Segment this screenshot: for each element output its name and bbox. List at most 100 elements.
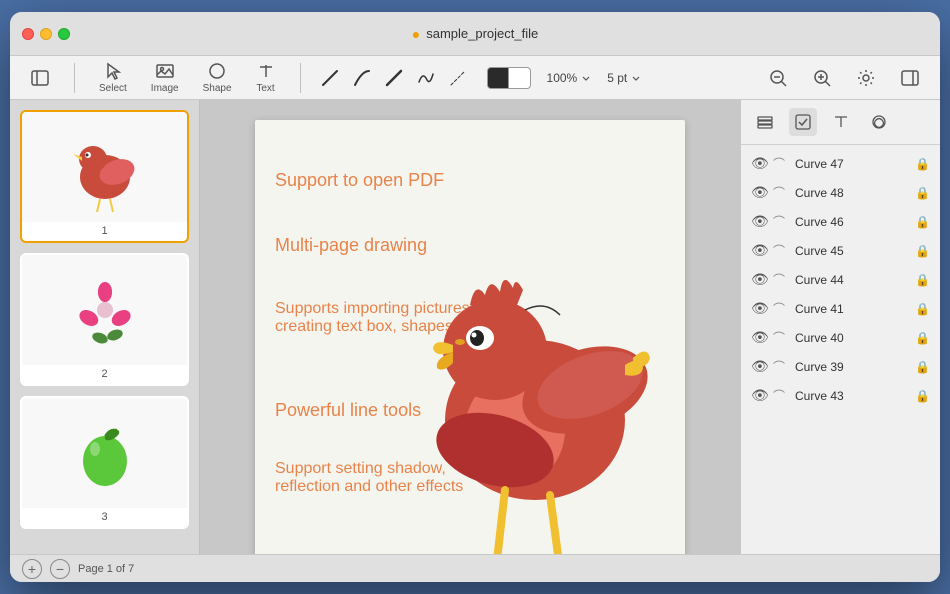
layer-item-43[interactable]: 👁 ⌒ Curve 43 🔒 bbox=[741, 381, 940, 410]
page-2-label: 2 bbox=[101, 365, 107, 384]
pen-tool-4[interactable] bbox=[413, 65, 439, 91]
text-label: Text bbox=[256, 83, 274, 94]
lock-icon-45: 🔒 bbox=[915, 244, 930, 258]
pages-sidebar: 1 bbox=[10, 100, 200, 554]
visibility-icon-40: 👁 bbox=[751, 329, 767, 346]
thumb-img-2 bbox=[22, 255, 187, 365]
lock-icon-44: 🔒 bbox=[915, 273, 930, 287]
sidebar-toggle-button[interactable] bbox=[22, 64, 58, 92]
panel-tab-style[interactable] bbox=[865, 108, 893, 136]
zoom-controls: 100% bbox=[547, 71, 592, 85]
layer-item-46[interactable]: 👁 ⌒ Curve 46 🔒 bbox=[741, 207, 940, 236]
traffic-lights bbox=[22, 28, 70, 40]
panel-tab-active[interactable] bbox=[789, 108, 817, 136]
layer-item-45[interactable]: 👁 ⌒ Curve 45 🔒 bbox=[741, 236, 940, 265]
panel-tab-text[interactable] bbox=[827, 108, 855, 136]
stroke-control: 5 pt bbox=[607, 71, 641, 85]
text-tool-button[interactable]: Text bbox=[248, 57, 284, 98]
thumb-img-3 bbox=[22, 398, 187, 508]
titlebar-center: ● sample_project_file bbox=[412, 26, 538, 42]
minimize-button[interactable] bbox=[40, 28, 52, 40]
bird-illustration bbox=[385, 220, 685, 554]
pen-tools bbox=[317, 65, 471, 91]
layer-name-40: Curve 40 bbox=[795, 331, 909, 345]
visibility-icon-47: 👁 bbox=[751, 155, 767, 172]
lock-icon-40: 🔒 bbox=[915, 331, 930, 345]
page-thumb-1[interactable]: 1 bbox=[20, 110, 189, 243]
curve-icon-45: ⌒ bbox=[773, 242, 789, 259]
select-tool-button[interactable]: Select bbox=[91, 57, 135, 98]
zoom-in-button[interactable] bbox=[804, 64, 840, 92]
zoom-value: 100% bbox=[547, 71, 578, 85]
visibility-icon-48: 👁 bbox=[751, 184, 767, 201]
pen-tool-5[interactable] bbox=[445, 65, 471, 91]
visibility-icon-41: 👁 bbox=[751, 300, 767, 317]
page-1-label: 1 bbox=[101, 222, 107, 241]
background-color[interactable] bbox=[509, 67, 531, 89]
lock-icon-41: 🔒 bbox=[915, 302, 930, 316]
divider-1 bbox=[74, 63, 75, 93]
page-thumb-2[interactable]: 2 bbox=[20, 253, 189, 386]
canvas-text-1: Support to open PDF bbox=[275, 170, 444, 191]
maximize-button[interactable] bbox=[58, 28, 70, 40]
shape-tool-button[interactable]: Shape bbox=[195, 57, 240, 98]
layer-item-39[interactable]: 👁 ⌒ Curve 39 🔒 bbox=[741, 352, 940, 381]
bottom-bar: + − Page 1 of 7 bbox=[10, 554, 940, 582]
lock-icon-47: 🔒 bbox=[915, 157, 930, 171]
visibility-icon-45: 👁 bbox=[751, 242, 767, 259]
layer-item-47[interactable]: 👁 ⌒ Curve 47 🔒 bbox=[741, 149, 940, 178]
toolbar: Select Image Shape bbox=[10, 56, 940, 100]
curve-icon-40: ⌒ bbox=[773, 329, 789, 346]
zoom-out-button[interactable] bbox=[760, 64, 796, 92]
layer-name-47: Curve 47 bbox=[795, 157, 909, 171]
foreground-color[interactable] bbox=[487, 67, 509, 89]
page-thumb-3[interactable]: 3 bbox=[20, 396, 189, 529]
remove-page-button[interactable]: − bbox=[50, 559, 70, 579]
panel-toggle-button[interactable] bbox=[892, 64, 928, 92]
layer-name-44: Curve 44 bbox=[795, 273, 909, 287]
panel-tabs bbox=[741, 100, 940, 145]
right-panel: 👁 ⌒ Curve 47 🔒 👁 ⌒ Curve 48 🔒 👁 ⌒ Curve … bbox=[740, 100, 940, 554]
layer-name-45: Curve 45 bbox=[795, 244, 909, 258]
app-window: ● sample_project_file Select bbox=[10, 12, 940, 582]
right-tools bbox=[760, 64, 928, 92]
add-page-button[interactable]: + bbox=[22, 559, 42, 579]
visibility-icon-43: 👁 bbox=[751, 387, 767, 404]
layer-name-46: Curve 46 bbox=[795, 215, 909, 229]
titlebar: ● sample_project_file bbox=[10, 12, 940, 56]
panel-tab-layers[interactable] bbox=[751, 108, 779, 136]
layer-item-44[interactable]: 👁 ⌒ Curve 44 🔒 bbox=[741, 265, 940, 294]
curve-icon-46: ⌒ bbox=[773, 213, 789, 230]
canvas-area: Support to open PDF Multi-page drawing S… bbox=[200, 100, 740, 554]
visibility-icon-39: 👁 bbox=[751, 358, 767, 375]
pen-tool-3[interactable] bbox=[381, 65, 407, 91]
layer-name-39: Curve 39 bbox=[795, 360, 909, 374]
shape-label: Shape bbox=[203, 83, 232, 94]
page-info: Page 1 of 7 bbox=[78, 563, 134, 575]
thumb-img-1 bbox=[22, 112, 187, 222]
lock-icon-46: 🔒 bbox=[915, 215, 930, 229]
color-swatch[interactable] bbox=[487, 67, 531, 89]
canvas-page: Support to open PDF Multi-page drawing S… bbox=[255, 120, 685, 554]
pen-tool-1[interactable] bbox=[317, 65, 343, 91]
curve-icon-39: ⌒ bbox=[773, 358, 789, 375]
main-content: 1 bbox=[10, 100, 940, 554]
layer-item-48[interactable]: 👁 ⌒ Curve 48 🔒 bbox=[741, 178, 940, 207]
curve-icon-44: ⌒ bbox=[773, 271, 789, 288]
layer-item-40[interactable]: 👁 ⌒ Curve 40 🔒 bbox=[741, 323, 940, 352]
select-label: Select bbox=[99, 83, 127, 94]
visibility-icon-44: 👁 bbox=[751, 271, 767, 288]
visibility-icon-46: 👁 bbox=[751, 213, 767, 230]
lock-icon-48: 🔒 bbox=[915, 186, 930, 200]
image-tool-button[interactable]: Image bbox=[143, 57, 187, 98]
layer-name-41: Curve 41 bbox=[795, 302, 909, 316]
close-button[interactable] bbox=[22, 28, 34, 40]
curve-icon-41: ⌒ bbox=[773, 300, 789, 317]
layer-name-43: Curve 43 bbox=[795, 389, 909, 403]
layer-name-48: Curve 48 bbox=[795, 186, 909, 200]
pen-tool-2[interactable] bbox=[349, 65, 375, 91]
layer-item-41[interactable]: 👁 ⌒ Curve 41 🔒 bbox=[741, 294, 940, 323]
settings-button[interactable] bbox=[848, 64, 884, 92]
image-label: Image bbox=[151, 83, 179, 94]
modified-dot: ● bbox=[412, 26, 420, 42]
